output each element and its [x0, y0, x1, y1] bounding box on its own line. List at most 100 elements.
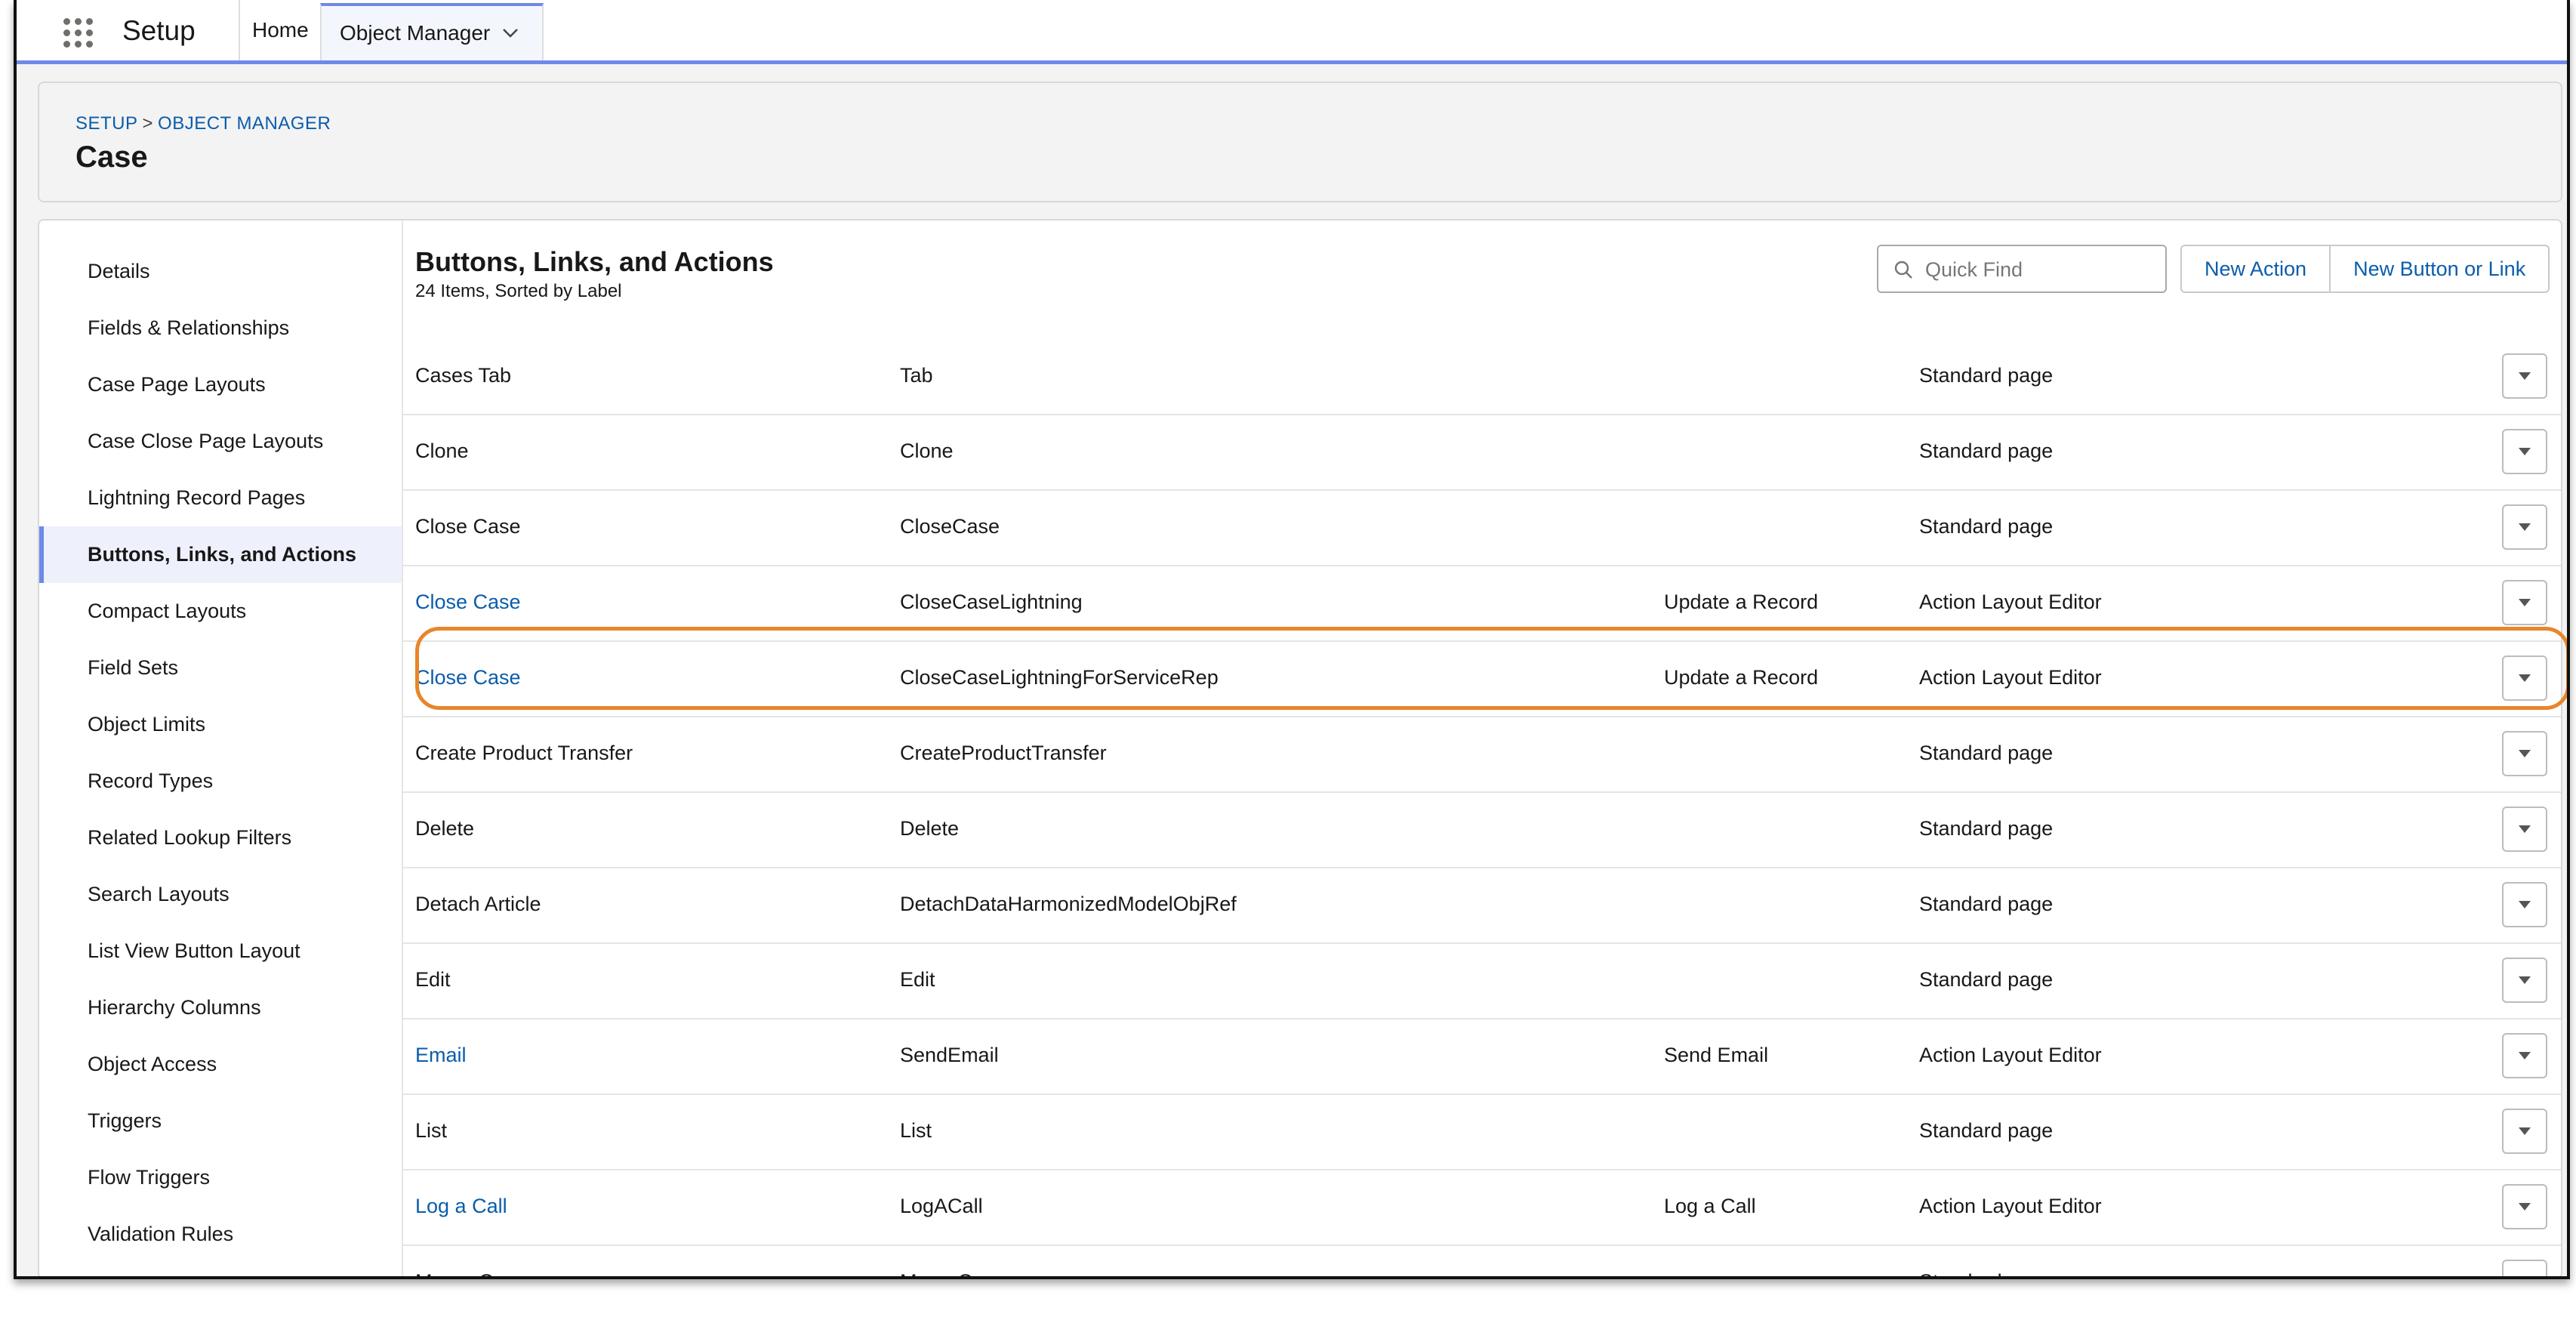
- search-icon: [1894, 261, 1912, 279]
- sidebar-item[interactable]: Details: [39, 243, 402, 300]
- row-api-name: CloseCase: [900, 515, 1000, 538]
- app-name: Setup: [122, 15, 196, 46]
- row-override: Action Layout Editor: [1919, 1044, 2102, 1066]
- sidebar-list: Details Fields & Relationships Case Page L…: [39, 221, 402, 1263]
- row-actions-dropdown[interactable]: [2502, 429, 2547, 474]
- app-window: Setup Home Object Manager SETUP > OBJECT M…: [14, 0, 2570, 1279]
- table-row: Log a Call LogACall Log a Call Action Layou…: [403, 1170, 2561, 1246]
- row-label: List: [415, 1119, 448, 1142]
- row-label: Create Product Transfer: [415, 742, 633, 764]
- table-row: Edit Edit Standard page: [403, 944, 2561, 1019]
- row-actions-dropdown[interactable]: [2502, 655, 2547, 701]
- row-api-name: LogACall: [900, 1195, 983, 1217]
- sidebar-item[interactable]: Lightning Record Pages: [39, 470, 402, 526]
- row-actions-dropdown[interactable]: [2502, 580, 2547, 625]
- row-actions-dropdown[interactable]: [2502, 958, 2547, 1003]
- sidebar-item[interactable]: Related Lookup Filters: [39, 810, 402, 866]
- content-area: Buttons, Links, and Actions 24 Items, So…: [403, 221, 2561, 1279]
- page-title: Case: [75, 140, 148, 174]
- table-row: Close Case CloseCaseLightning Update a Rec…: [403, 566, 2561, 642]
- row-override: Standard page: [1919, 968, 2054, 991]
- sidebar-item[interactable]: List View Button Layout: [39, 923, 402, 979]
- row-override: Standard page: [1919, 1270, 2053, 1276]
- row-actions-dropdown[interactable]: [2502, 807, 2547, 852]
- sidebar-item[interactable]: Flow Triggers: [39, 1149, 402, 1206]
- row-label: Merge Cases: [415, 1270, 537, 1276]
- action-button-group: New Action New Button or Link: [2180, 245, 2550, 293]
- table-row: Cases Tab Tab Standard page: [403, 340, 2561, 415]
- sidebar-item[interactable]: Hierarchy Columns: [39, 979, 402, 1036]
- sidebar-item[interactable]: Fields & Relationships: [39, 300, 402, 356]
- breadcrumb: SETUP > OBJECT MANAGER: [75, 113, 331, 134]
- row-api-name: Tab: [900, 364, 933, 387]
- table-row: Merge Cases MergeCase Standard page: [403, 1246, 2561, 1279]
- table-row: List List Standard page: [403, 1095, 2561, 1170]
- row-type: Update a Record: [1664, 666, 1819, 689]
- row-api-name: CreateProductTransfer: [900, 742, 1107, 764]
- section-title: Buttons, Links, and Actions: [415, 246, 774, 277]
- row-actions-dropdown[interactable]: [2502, 1109, 2547, 1154]
- quick-find-input[interactable]: [1924, 252, 2153, 287]
- row-actions-dropdown[interactable]: [2502, 1184, 2547, 1229]
- main-card: Details Fields & Relationships Case Page L…: [38, 219, 2562, 1279]
- row-api-name: SendEmail: [900, 1044, 999, 1066]
- row-label: Close Case: [415, 515, 521, 538]
- caret-down-icon: [2518, 1278, 2531, 1279]
- breadcrumb-object-manager[interactable]: OBJECT MANAGER: [158, 113, 331, 134]
- sidebar-item[interactable]: Object Access: [39, 1036, 402, 1093]
- nav-home-tab[interactable]: Home: [239, 0, 321, 60]
- row-label[interactable]: Close Case: [415, 666, 521, 689]
- sidebar-item[interactable]: Buttons, Links, and Actions: [39, 526, 402, 583]
- table-row: Close Case CloseCaseLightningForServiceRe…: [403, 642, 2561, 717]
- sidebar-item[interactable]: Case Close Page Layouts: [39, 413, 402, 470]
- caret-down-icon: [2519, 523, 2531, 531]
- row-override: Action Layout Editor: [1919, 666, 2102, 689]
- row-api-name: MergeCase: [900, 1270, 1006, 1276]
- row-actions-dropdown[interactable]: [2502, 353, 2547, 399]
- row-label: Detach Article: [415, 893, 541, 915]
- row-type: Log a Call: [1664, 1195, 1756, 1217]
- row-label[interactable]: Log a Call: [415, 1195, 507, 1218]
- row-label: Clone: [415, 440, 469, 462]
- new-action-button[interactable]: New Action: [2180, 245, 2331, 293]
- caret-down-icon: [2519, 599, 2531, 606]
- row-label[interactable]: Email: [415, 1044, 467, 1067]
- table-row: Clone Clone Standard page: [403, 415, 2561, 491]
- caret-down-icon: [2519, 1127, 2531, 1135]
- sidebar-item[interactable]: Object Limits: [39, 696, 402, 753]
- row-label[interactable]: Close Case: [415, 591, 521, 614]
- caret-down-icon: [2519, 750, 2531, 757]
- row-override: Standard page: [1919, 817, 2054, 840]
- caret-down-icon: [2519, 976, 2531, 984]
- nav-object-manager-label: Object Manager: [340, 21, 491, 45]
- row-type: Update a Record: [1664, 591, 1819, 613]
- chevron-down-icon[interactable]: [502, 28, 519, 39]
- row-actions-dropdown[interactable]: [2502, 731, 2547, 776]
- sidebar-item[interactable]: Triggers: [39, 1093, 402, 1149]
- caret-down-icon: [2519, 901, 2531, 908]
- sidebar-item[interactable]: Validation Rules: [39, 1206, 402, 1263]
- row-actions-dropdown[interactable]: [2502, 1033, 2547, 1078]
- sidebar-item[interactable]: Field Sets: [39, 640, 402, 696]
- sidebar-item[interactable]: Case Page Layouts: [39, 356, 402, 413]
- quick-find-field[interactable]: [1877, 245, 2167, 293]
- table-row: Close Case CloseCase Standard page: [403, 491, 2561, 566]
- top-navigation: Setup Home Object Manager: [17, 0, 2567, 64]
- new-button-or-link-button[interactable]: New Button or Link: [2331, 245, 2550, 293]
- row-api-name: DetachDataHarmonizedModelObjRef: [900, 893, 1237, 915]
- row-override: Standard page: [1919, 515, 2054, 538]
- sidebar-item[interactable]: Search Layouts: [39, 866, 402, 923]
- row-override: Standard page: [1919, 440, 2054, 462]
- sidebar-item[interactable]: Record Types: [39, 753, 402, 810]
- actions-table: Cases Tab Tab Standard page Clone Clone Stand…: [403, 340, 2561, 1279]
- table-row: Detach Article DetachDataHarmonizedModelO…: [403, 868, 2561, 944]
- app-launcher-icon[interactable]: [63, 18, 94, 48]
- breadcrumb-setup[interactable]: SETUP: [75, 113, 138, 134]
- row-api-name: Clone: [900, 440, 954, 462]
- row-actions-dropdown[interactable]: [2502, 882, 2547, 927]
- breadcrumb-separator: >: [142, 113, 154, 134]
- row-actions-dropdown[interactable]: [2502, 1260, 2547, 1279]
- sidebar-item[interactable]: Compact Layouts: [39, 583, 402, 640]
- row-actions-dropdown[interactable]: [2502, 504, 2547, 550]
- nav-object-manager-tab[interactable]: Object Manager: [320, 3, 544, 60]
